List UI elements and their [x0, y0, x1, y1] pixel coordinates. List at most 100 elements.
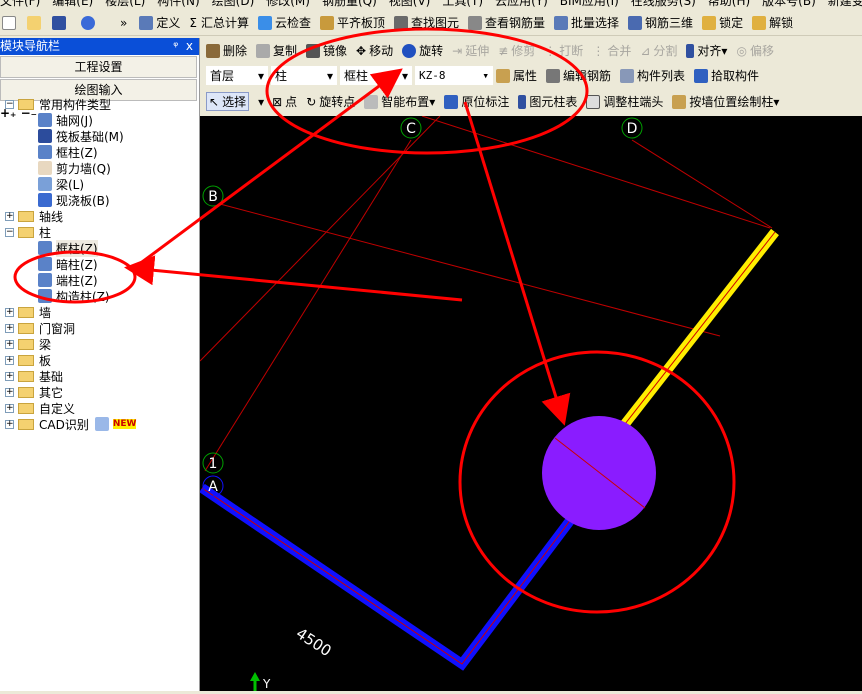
type-select[interactable]: 框柱 ▾ — [340, 66, 412, 85]
drawing-canvas[interactable]: C D B 1 A 4500 Y — [199, 115, 862, 691]
tree-item[interactable]: 构造柱(Z) — [38, 288, 110, 304]
tree-item[interactable]: 暗柱(Z) — [38, 256, 98, 272]
floor-select[interactable]: 首层 ▾ — [206, 66, 268, 85]
pin-icon[interactable]: ᵠ — [173, 39, 178, 53]
collapse-icon[interactable]: − — [5, 99, 14, 109]
select-button[interactable]: ↖ 选择 — [206, 92, 250, 111]
break-button[interactable]: ⋮ 打断 — [544, 42, 583, 59]
draw-column-by-wall-button[interactable]: 按墙位置绘制柱 ▾ — [672, 93, 779, 110]
cloud-check-button[interactable]: 云检查 — [257, 14, 311, 31]
copy-button[interactable]: 复制 — [256, 42, 297, 59]
align-slab-button[interactable]: 平齐板顶 — [319, 14, 385, 31]
menu-view[interactable]: 视图(V) — [389, 0, 431, 8]
expand-icon[interactable]: + — [5, 419, 14, 429]
save-icon[interactable] — [52, 15, 66, 30]
calculate-button[interactable]: Σ 汇总计算 — [189, 14, 249, 31]
menu-new-change[interactable]: 新建变更 — [828, 0, 862, 8]
tree-group[interactable]: + 自定义 — [5, 400, 75, 416]
project-settings-button[interactable]: 工程设置 — [0, 56, 197, 78]
define-button[interactable]: 定义 — [139, 14, 180, 31]
expand-icon[interactable]: + — [5, 371, 14, 381]
tree-item[interactable]: 轴网(J) — [38, 112, 93, 128]
merge-button[interactable]: ⋮ 合并 — [592, 42, 631, 59]
tree-item[interactable]: 现浇板(B) — [38, 192, 110, 208]
collapse-icon[interactable]: − — [5, 227, 14, 237]
menu-floor[interactable]: 楼层(L) — [105, 0, 145, 8]
batch-select-button[interactable]: 批量选择 — [554, 14, 619, 31]
wall-axis — [201, 487, 576, 665]
component-list-button[interactable]: 构件列表 — [620, 67, 685, 84]
tree-item[interactable]: 剪力墙(Q) — [38, 160, 111, 176]
column-kz8[interactable] — [542, 416, 656, 530]
category-select[interactable]: 柱 ▾ — [271, 66, 337, 85]
component-select[interactable]: KZ-8 ▾ — [415, 66, 493, 85]
tree-group-column[interactable]: − 柱 — [5, 224, 51, 240]
more-chevron-icon[interactable]: » — [120, 16, 127, 30]
point-button[interactable]: ⊠ 点 — [272, 93, 297, 110]
tree-item[interactable]: 端柱(Z) — [38, 272, 98, 288]
menu-online[interactable]: 在线服务(S) — [631, 0, 696, 8]
menu-tools[interactable]: 工具(T) — [442, 0, 483, 8]
tree-group[interactable]: + CAD识别 NEW — [5, 416, 137, 432]
tree-group[interactable]: + 梁 — [5, 336, 51, 352]
axis-label-a: A — [208, 479, 218, 495]
select-dropdown-icon[interactable]: ▾ — [258, 95, 264, 109]
tree-item[interactable]: 梁(L) — [38, 176, 84, 192]
selector-toolbar: 首层 ▾ 柱 ▾ 框柱 ▾ KZ-8 ▾ 属性 编辑钢筋 构件列表 拾取构件 — [200, 63, 862, 88]
tree-item[interactable]: 框柱(Z) — [38, 144, 98, 160]
menu-component[interactable]: 构件(N) — [157, 0, 199, 8]
move-button[interactable]: ✥ 移动 — [356, 42, 393, 59]
tree-group[interactable]: + 墙 — [5, 304, 51, 320]
edit-rebar-button[interactable]: 编辑钢筋 — [546, 67, 611, 84]
tree-group[interactable]: + 板 — [5, 352, 51, 368]
menu-modify[interactable]: 修改(M) — [266, 0, 310, 8]
expand-icon[interactable]: + — [5, 355, 14, 365]
tree-group-common[interactable]: − 常用构件类型 — [5, 96, 111, 112]
expand-icon[interactable]: + — [5, 323, 14, 333]
new-file-icon[interactable] — [2, 15, 16, 30]
menu-version[interactable]: 版本号(B) — [762, 0, 816, 8]
extend-button[interactable]: ⇥ 延伸 — [452, 42, 489, 59]
dimension-label: 4500 — [293, 624, 335, 660]
tree-item[interactable]: 筏板基础(M) — [38, 128, 124, 144]
adjust-column-end-button[interactable]: 调整柱端头 — [586, 93, 663, 110]
view-rebar-button[interactable]: 查看钢筋量 — [468, 14, 545, 31]
open-folder-icon[interactable] — [27, 15, 41, 30]
split-button[interactable]: ⊿ 分割 — [640, 42, 677, 59]
menu-draw[interactable]: 绘图(D) — [212, 0, 255, 8]
tree-group[interactable]: + 其它 — [5, 384, 63, 400]
column-table-button[interactable]: 图元柱表 — [518, 93, 577, 110]
undo-icon[interactable] — [81, 15, 95, 30]
smart-layout-button[interactable]: 智能布置 ▾ — [364, 93, 435, 110]
lock-button[interactable]: 锁定 — [702, 14, 743, 31]
offset-button[interactable]: ◎ 偏移 — [736, 42, 774, 59]
properties-button[interactable]: 属性 — [496, 67, 537, 84]
trim-button[interactable]: ≢ 修剪 — [498, 42, 535, 59]
menu-help[interactable]: 帮助(H) — [708, 0, 750, 8]
delete-button[interactable]: 删除 — [206, 42, 247, 59]
in-place-annotation-button[interactable]: 原位标注 — [444, 93, 509, 110]
mirror-button[interactable]: 镜像 — [306, 42, 347, 59]
expand-icon[interactable]: + — [5, 403, 14, 413]
tree-item-frame-column[interactable]: 框柱(Z) — [38, 239, 98, 257]
tree-group[interactable]: + 门窗洞 — [5, 320, 75, 336]
menu-bim[interactable]: BIM应用(I) — [560, 0, 619, 8]
unlock-button[interactable]: 解锁 — [752, 14, 793, 31]
expand-icon[interactable]: + — [5, 211, 14, 221]
align-button[interactable]: 对齐 ▾ — [686, 42, 727, 59]
tree-group-axis[interactable]: + 轴线 — [5, 208, 63, 224]
find-element-button[interactable]: 查找图元 — [394, 14, 459, 31]
close-icon[interactable]: x — [186, 39, 193, 53]
rebar-3d-button[interactable]: 钢筋三维 — [628, 14, 693, 31]
menu-file[interactable]: 文件(F) — [0, 0, 40, 8]
menu-cloud[interactable]: 云应用(Y) — [495, 0, 548, 8]
expand-icon[interactable]: + — [5, 307, 14, 317]
menu-edit[interactable]: 编辑(E) — [52, 0, 93, 8]
rotate-point-button[interactable]: ↻ 旋转点 — [306, 93, 355, 110]
expand-icon[interactable]: + — [5, 387, 14, 397]
tree-group[interactable]: + 基础 — [5, 368, 63, 384]
expand-icon[interactable]: + — [5, 339, 14, 349]
rotate-button[interactable]: 旋转 — [402, 42, 443, 59]
pick-component-button[interactable]: 拾取构件 — [694, 67, 759, 84]
menu-rebar[interactable]: 钢筋量(Q) — [322, 0, 377, 8]
